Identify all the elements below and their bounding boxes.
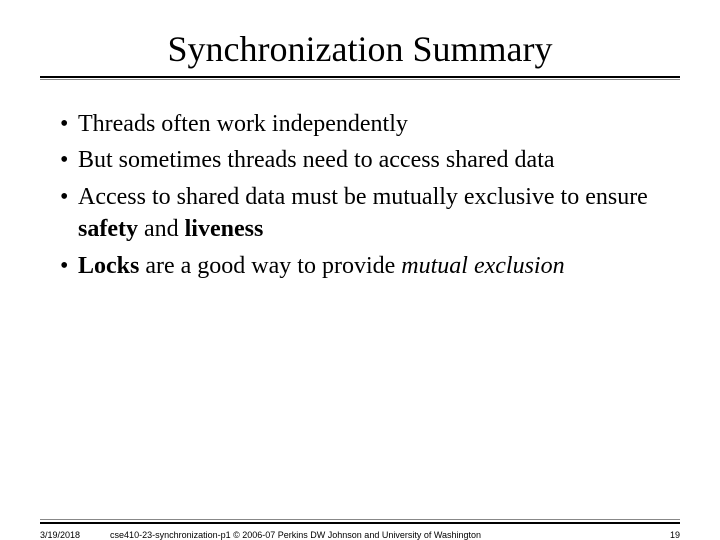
bullet-icon: •	[60, 250, 78, 282]
slide-title: Synchronization Summary	[40, 28, 680, 78]
bullet-list: • Threads often work independently • But…	[60, 108, 660, 282]
bullet-icon: •	[60, 144, 78, 176]
list-item: • Locks are a good way to provide mutual…	[60, 250, 660, 282]
slide-content: • Threads often work independently • But…	[60, 108, 660, 282]
footer-rule	[40, 522, 680, 524]
bullet-text: Locks are a good way to provide mutual e…	[78, 250, 660, 282]
slide: Synchronization Summary • Threads often …	[0, 28, 720, 540]
slide-footer: 3/19/2018 cse410-23-synchronization-p1 ©…	[40, 519, 680, 540]
bullet-text: Threads often work independently	[78, 108, 660, 140]
list-item: • But sometimes threads need to access s…	[60, 144, 660, 176]
bullet-text: Access to shared data must be mutually e…	[78, 181, 660, 246]
list-item: • Threads often work independently	[60, 108, 660, 140]
bullet-text: But sometimes threads need to access sha…	[78, 144, 660, 176]
bullet-icon: •	[60, 181, 78, 213]
title-underline	[40, 79, 680, 80]
footer-date: 3/19/2018	[40, 530, 80, 540]
list-item: • Access to shared data must be mutually…	[60, 181, 660, 246]
footer-page-number: 19	[670, 530, 680, 540]
footer-rule	[40, 519, 680, 521]
footer-center: cse410-23-synchronization-p1 © 2006-07 P…	[80, 530, 670, 540]
bullet-icon: •	[60, 108, 78, 140]
footer-row: 3/19/2018 cse410-23-synchronization-p1 ©…	[40, 530, 680, 540]
